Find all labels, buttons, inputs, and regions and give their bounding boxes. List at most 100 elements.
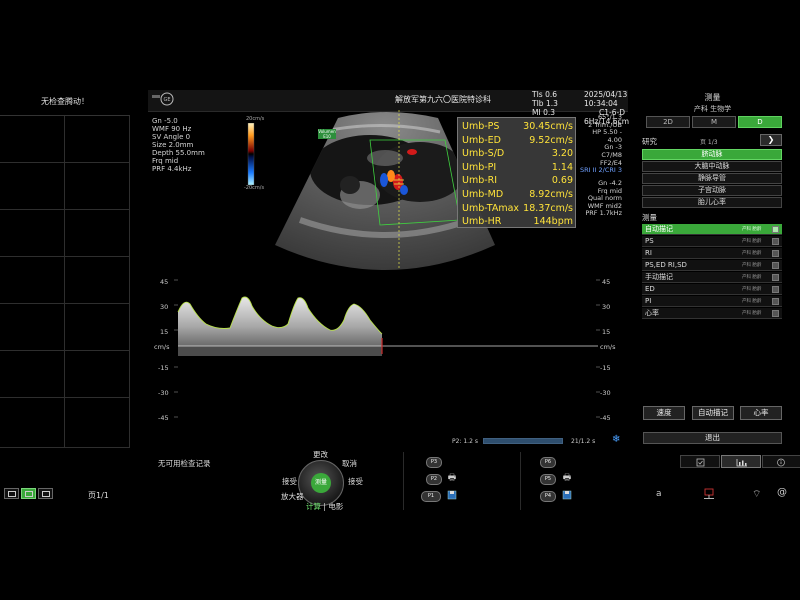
checkbox-icon[interactable] bbox=[772, 310, 779, 317]
meas-item-auto-trace[interactable]: 自动描记 产科 胎龄 bbox=[642, 224, 782, 235]
accept-right-label[interactable]: 接受 bbox=[348, 476, 363, 487]
thumbnail-cell[interactable] bbox=[65, 210, 130, 257]
accept-left-label[interactable]: 接受 bbox=[282, 476, 297, 487]
cine-scrollbar[interactable] bbox=[483, 438, 563, 444]
cine-label[interactable]: 电影 bbox=[328, 502, 343, 511]
study-item-mca[interactable]: 大脑中动脉 bbox=[642, 161, 782, 172]
cancel-label[interactable]: 取消 bbox=[342, 458, 357, 469]
meas-item-label: ED bbox=[645, 285, 655, 293]
meas-item-ed[interactable]: ED 产科 胎龄 bbox=[642, 284, 782, 295]
chart-tool-button[interactable] bbox=[721, 455, 761, 468]
info-tool-button[interactable] bbox=[762, 455, 800, 468]
exit-button[interactable]: 退出 bbox=[643, 432, 782, 444]
thumbnail-cell[interactable] bbox=[0, 116, 65, 163]
change-label[interactable]: 更改 bbox=[313, 449, 328, 460]
thumbnail-cell[interactable] bbox=[0, 351, 65, 398]
study-item-umbilical-artery[interactable]: 脐动脉 bbox=[642, 149, 782, 160]
no-exam-record-text: 无可用检查记录 bbox=[158, 459, 211, 468]
p4-button[interactable]: P4 bbox=[540, 491, 556, 502]
param-line: Depth 55.0mm bbox=[152, 149, 205, 157]
left-status-text: 无检查腾动！ bbox=[41, 97, 89, 106]
compute-label[interactable]: 计算 bbox=[306, 502, 321, 511]
printer-icon[interactable]: 🖶 bbox=[446, 473, 458, 484]
meas-item-label: 手动描记 bbox=[645, 273, 673, 281]
heart-rate-button[interactable]: 心率 bbox=[740, 406, 782, 420]
measurement-row: Umb-TAmax 18.37cm/s bbox=[462, 203, 573, 217]
p2-button[interactable]: P2 bbox=[426, 474, 442, 485]
thumbnail-cell[interactable] bbox=[0, 398, 65, 448]
study-item-uterine-artery[interactable]: 子宫动脉 bbox=[642, 185, 782, 196]
checkbox-icon[interactable] bbox=[772, 226, 779, 233]
measurement-label: Umb-RI bbox=[462, 175, 498, 187]
tick-label-left: -45 bbox=[158, 414, 169, 422]
param-line: PRF 4.4kHz bbox=[152, 165, 192, 173]
dual-view-button[interactable] bbox=[21, 488, 36, 499]
meas-item-source: 产科 胎龄 bbox=[742, 227, 762, 232]
measurement-results-box[interactable]: Umb-PS 30.45cm/s Umb-ED 9.52cm/s Umb-S/D 3.… bbox=[457, 117, 576, 228]
grid-view-button[interactable] bbox=[38, 488, 53, 499]
checkbox-icon[interactable] bbox=[772, 274, 779, 281]
tab-d[interactable]: D bbox=[738, 116, 782, 128]
meas-item-ps[interactable]: PS 产科 胎龄 bbox=[642, 236, 782, 247]
study-item-ductus-venosus[interactable]: 静脉导管 bbox=[642, 173, 782, 184]
velocity-unit-left: cm/s bbox=[154, 343, 170, 351]
at-sign-icon: @ bbox=[777, 487, 787, 498]
tick-label-left: 45 bbox=[160, 278, 168, 286]
tab-m[interactable]: M bbox=[692, 116, 736, 128]
save-disk-icon[interactable] bbox=[446, 490, 458, 501]
trackball-center-label[interactable]: 测量 bbox=[311, 473, 331, 493]
checkbox-icon[interactable] bbox=[772, 250, 779, 257]
bmode-params: 65°/1.3 2 Trim./OB HP 5.50 - 4.00 Gn -3 … bbox=[578, 113, 622, 175]
thumbnail-cell[interactable] bbox=[0, 257, 65, 304]
doppler-spectrum[interactable]: 45 30 15 cm/s -15 -30 -45 45 30 15 cm/s … bbox=[148, 268, 628, 428]
probe-badge: Volumen E10 bbox=[318, 129, 336, 139]
meas-item-source: 产科 胎龄 bbox=[742, 263, 762, 268]
zoom-label[interactable]: 放大器 bbox=[281, 491, 304, 502]
checkbox-icon[interactable] bbox=[772, 298, 779, 305]
meas-item-ri[interactable]: RI 产科 胎龄 bbox=[642, 248, 782, 259]
tib-value: TIb 1.3 bbox=[532, 99, 558, 108]
meas-item-pi[interactable]: PI 产科 胎龄 bbox=[642, 296, 782, 307]
meas-item-manual-trace[interactable]: 手动描记 产科 胎龄 bbox=[642, 272, 782, 283]
color-bar-bottom-label: -20cm/s bbox=[244, 185, 265, 191]
thumbnail-cell[interactable] bbox=[65, 351, 130, 398]
thumbnail-cell[interactable] bbox=[65, 304, 130, 351]
checklist-tool-button[interactable] bbox=[680, 455, 720, 468]
single-view-button[interactable] bbox=[4, 488, 19, 499]
p5-button[interactable]: P5 bbox=[540, 474, 556, 485]
p6-button[interactable]: P6 bbox=[540, 457, 556, 468]
divider bbox=[520, 452, 521, 510]
thumbnail-cell[interactable] bbox=[0, 304, 65, 351]
measurement-label: Umb-TAmax bbox=[462, 202, 520, 214]
thumbnail-cell[interactable] bbox=[65, 163, 130, 210]
thumbnail-cell[interactable] bbox=[65, 398, 130, 448]
meas-item-ps-ed-ri-sd[interactable]: PS,ED RI,SD 产科 胎龄 bbox=[642, 260, 782, 271]
velocity-button[interactable]: 速度 bbox=[643, 406, 685, 420]
auto-trace-button[interactable]: 自动描记 bbox=[692, 406, 734, 420]
p3-button[interactable]: P3 bbox=[426, 457, 442, 468]
thumbnail-cell[interactable] bbox=[65, 116, 130, 163]
measurement-value: 3.20 bbox=[551, 148, 573, 160]
document-print-icon[interactable]: 🖶 bbox=[561, 473, 573, 484]
thumbnail-cell[interactable] bbox=[0, 163, 65, 210]
study-item-fetal-heart-rate[interactable]: 胎儿心率 bbox=[642, 197, 782, 208]
tick-label-right: -15 bbox=[600, 364, 611, 372]
measurement-label: Umb-S/D bbox=[462, 148, 505, 160]
checkbox-icon[interactable] bbox=[772, 238, 779, 245]
thumbnail-cell[interactable] bbox=[0, 210, 65, 257]
color-velocity-bar bbox=[247, 123, 255, 185]
menu-subtitle: 产科 生物学 bbox=[693, 105, 732, 113]
checkbox-icon[interactable] bbox=[772, 262, 779, 269]
save-disk-icon[interactable] bbox=[561, 490, 573, 501]
meas-item-label: 心率 bbox=[645, 309, 659, 317]
param-line: SV Angle 0 bbox=[152, 133, 191, 141]
checkbox-icon[interactable] bbox=[772, 286, 779, 293]
tick-label-right: -45 bbox=[600, 414, 611, 422]
thumbnail-cell[interactable] bbox=[65, 257, 130, 304]
measurement-label: Umb-MD bbox=[462, 189, 504, 200]
meas-item-heart-rate[interactable]: 心率 产科 胎龄 bbox=[642, 308, 782, 319]
p1-button[interactable]: P1 bbox=[421, 491, 441, 502]
tab-2d[interactable]: 2D bbox=[646, 116, 690, 128]
mode-tabs: 2D M D bbox=[646, 116, 782, 128]
study-next-button[interactable]: ❯ bbox=[760, 134, 782, 146]
